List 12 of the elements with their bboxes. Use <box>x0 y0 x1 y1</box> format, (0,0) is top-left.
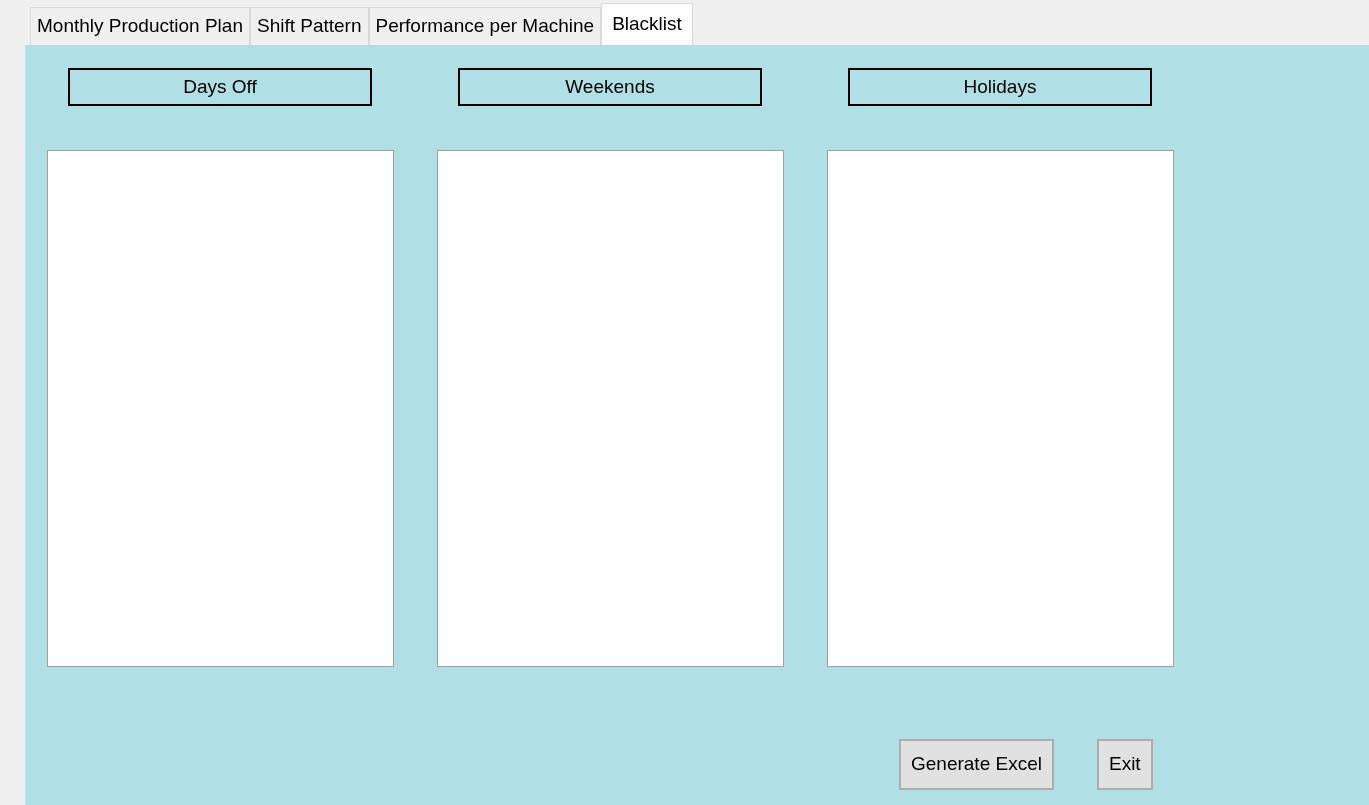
exit-button[interactable]: Exit <box>1096 739 1153 790</box>
tab[interactable]: Shift Pattern <box>249 7 369 45</box>
list-box[interactable] <box>827 150 1174 667</box>
column-label: Days Off <box>68 68 372 106</box>
list-box[interactable] <box>47 150 394 667</box>
tab[interactable]: Monthly Production Plan <box>30 7 250 45</box>
column-label: Holidays <box>848 68 1152 106</box>
tab[interactable]: Performance per Machine <box>368 7 602 45</box>
generate-button[interactable]: Generate Excel <box>899 739 1054 790</box>
tab[interactable]: Blacklist <box>601 3 693 45</box>
list-box[interactable] <box>437 150 784 667</box>
column-label: Weekends <box>458 68 762 106</box>
